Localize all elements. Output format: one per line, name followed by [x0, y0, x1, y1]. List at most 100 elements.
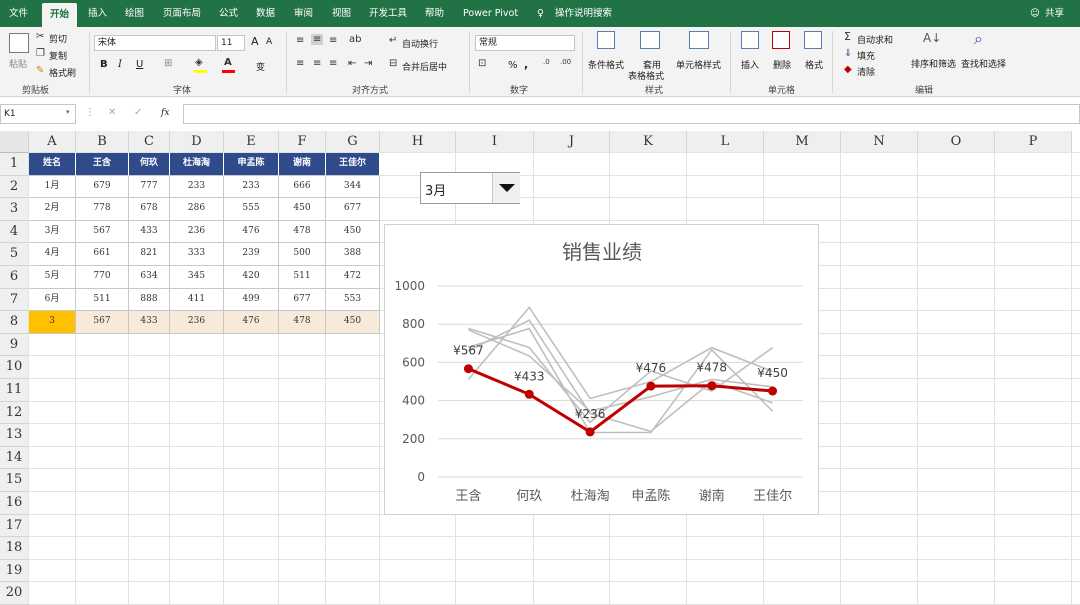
table-data-cell[interactable]: 450: [279, 198, 326, 221]
table-data-cell[interactable]: 499: [224, 288, 279, 312]
tab-file[interactable]: 文件: [9, 0, 28, 27]
tab-power-pivot[interactable]: Power Pivot: [463, 0, 518, 27]
table-data-cell[interactable]: 553: [326, 288, 380, 312]
row-header-13[interactable]: 13: [0, 424, 29, 447]
table-data-cell[interactable]: 511: [76, 288, 129, 312]
row-header-9[interactable]: 9: [0, 333, 29, 357]
currency-icon[interactable]: ⊡: [478, 58, 486, 69]
table-data-cell[interactable]: 888: [129, 288, 170, 312]
table-data-cell[interactable]: 239: [224, 243, 279, 266]
wrap-text-button[interactable]: 自动换行: [402, 37, 438, 50]
column-header-f[interactable]: F: [279, 131, 326, 153]
row-header-16[interactable]: 16: [0, 492, 29, 515]
row-header-11[interactable]: 11: [0, 379, 29, 402]
cut-button[interactable]: 剪切: [49, 32, 67, 45]
table-data-cell[interactable]: 478: [279, 220, 326, 244]
row-header-8[interactable]: 8: [0, 311, 29, 334]
select-all-corner[interactable]: [0, 131, 29, 153]
table-data-cell[interactable]: 433: [129, 311, 170, 334]
table-data-cell[interactable]: 567: [76, 311, 129, 334]
row-header-1[interactable]: 1: [0, 153, 29, 176]
table-row-label-cell[interactable]: 1月: [29, 175, 76, 199]
table-data-cell[interactable]: 345: [170, 266, 224, 289]
table-data-cell[interactable]: 476: [224, 220, 279, 244]
column-header-a[interactable]: A: [29, 131, 76, 153]
format-cells-button[interactable]: 格式: [805, 58, 823, 71]
tab-help[interactable]: 帮助: [425, 0, 444, 27]
table-row-label-cell[interactable]: 6月: [29, 288, 76, 312]
align-middle-icon[interactable]: ≡: [311, 34, 324, 45]
table-data-cell[interactable]: 411: [170, 288, 224, 312]
increase-decimal-icon[interactable]: .0: [543, 58, 550, 66]
tab-developer[interactable]: 开发工具: [369, 0, 407, 27]
table-data-cell[interactable]: 286: [170, 198, 224, 221]
table-data-cell[interactable]: 634: [129, 266, 170, 289]
table-data-cell[interactable]: 778: [76, 198, 129, 221]
table-data-cell[interactable]: 233: [170, 175, 224, 199]
table-row-label-cell[interactable]: 3: [29, 311, 76, 334]
tab-home[interactable]: 开始: [42, 3, 78, 27]
column-header-n[interactable]: N: [841, 131, 918, 153]
row-header-4[interactable]: 4: [0, 220, 29, 244]
table-data-cell[interactable]: 478: [279, 311, 326, 334]
tab-insert[interactable]: 插入: [88, 0, 107, 27]
row-header-3[interactable]: 3: [0, 198, 29, 221]
column-header-i[interactable]: I: [456, 131, 534, 153]
copy-button[interactable]: 复制: [49, 49, 67, 62]
merge-center-button[interactable]: 合并后居中: [402, 60, 447, 73]
align-center-icon[interactable]: ≡: [313, 58, 321, 69]
tab-data[interactable]: 数据: [256, 0, 275, 27]
row-header-18[interactable]: 18: [0, 537, 29, 560]
table-data-cell[interactable]: 567: [76, 220, 129, 244]
table-data-cell[interactable]: 233: [224, 175, 279, 199]
percent-button[interactable]: %: [508, 60, 518, 71]
table-row-label-cell[interactable]: 4月: [29, 243, 76, 266]
enter-icon[interactable]: ✓: [134, 107, 142, 118]
sort-filter-button[interactable]: 排序和筛选: [911, 57, 956, 70]
share-button[interactable]: 共享: [1045, 0, 1064, 27]
table-header-cell[interactable]: 申孟陈: [224, 153, 279, 176]
table-data-cell[interactable]: 777: [129, 175, 170, 199]
table-data-cell[interactable]: 661: [76, 243, 129, 266]
table-data-cell[interactable]: 333: [170, 243, 224, 266]
table-header-cell[interactable]: 姓名: [29, 153, 76, 176]
bold-button[interactable]: B: [100, 59, 108, 70]
shrink-font-button[interactable]: A: [266, 37, 272, 47]
column-header-m[interactable]: M: [764, 131, 841, 153]
decrease-indent-icon[interactable]: ⇤: [348, 58, 356, 69]
font-size-select[interactable]: 11: [217, 35, 245, 51]
month-dropdown[interactable]: 3月: [420, 172, 520, 204]
column-header-o[interactable]: O: [918, 131, 995, 153]
autosum-button[interactable]: 自动求和: [857, 33, 893, 46]
cancel-icon[interactable]: ✕: [108, 107, 116, 118]
table-data-cell[interactable]: 433: [129, 220, 170, 244]
tab-formulas[interactable]: 公式: [219, 0, 238, 27]
cell-styles-button[interactable]: 单元格样式: [676, 58, 721, 71]
table-header-cell[interactable]: 杜海淘: [170, 153, 224, 176]
column-header-c[interactable]: C: [129, 131, 170, 153]
row-header-14[interactable]: 14: [0, 446, 29, 470]
tab-draw[interactable]: 绘图: [125, 0, 144, 27]
table-data-cell[interactable]: 677: [326, 198, 380, 221]
row-header-5[interactable]: 5: [0, 243, 29, 266]
tab-page-layout[interactable]: 页面布局: [163, 0, 201, 27]
conditional-format-button[interactable]: 条件格式: [588, 58, 624, 71]
table-data-cell[interactable]: 555: [224, 198, 279, 221]
column-header-j[interactable]: J: [534, 131, 610, 153]
row-header-15[interactable]: 15: [0, 469, 29, 492]
chevron-down-icon[interactable]: ▾: [66, 108, 70, 116]
comma-button[interactable]: ,: [524, 58, 528, 71]
row-header-12[interactable]: 12: [0, 401, 29, 425]
row-header-20[interactable]: 20: [0, 582, 29, 605]
table-data-cell[interactable]: 344: [326, 175, 380, 199]
table-data-cell[interactable]: 472: [326, 266, 380, 289]
align-left-icon[interactable]: ≡: [296, 58, 304, 69]
fill-button[interactable]: 填充: [857, 49, 875, 62]
table-data-cell[interactable]: 500: [279, 243, 326, 266]
dropdown-button[interactable]: [492, 173, 520, 203]
table-data-cell[interactable]: 236: [170, 311, 224, 334]
font-color-icon[interactable]: A: [224, 57, 232, 68]
format-painter-button[interactable]: 格式刷: [49, 66, 76, 79]
table-row-label-cell[interactable]: 5月: [29, 266, 76, 289]
orientation-icon[interactable]: ab: [349, 34, 361, 45]
